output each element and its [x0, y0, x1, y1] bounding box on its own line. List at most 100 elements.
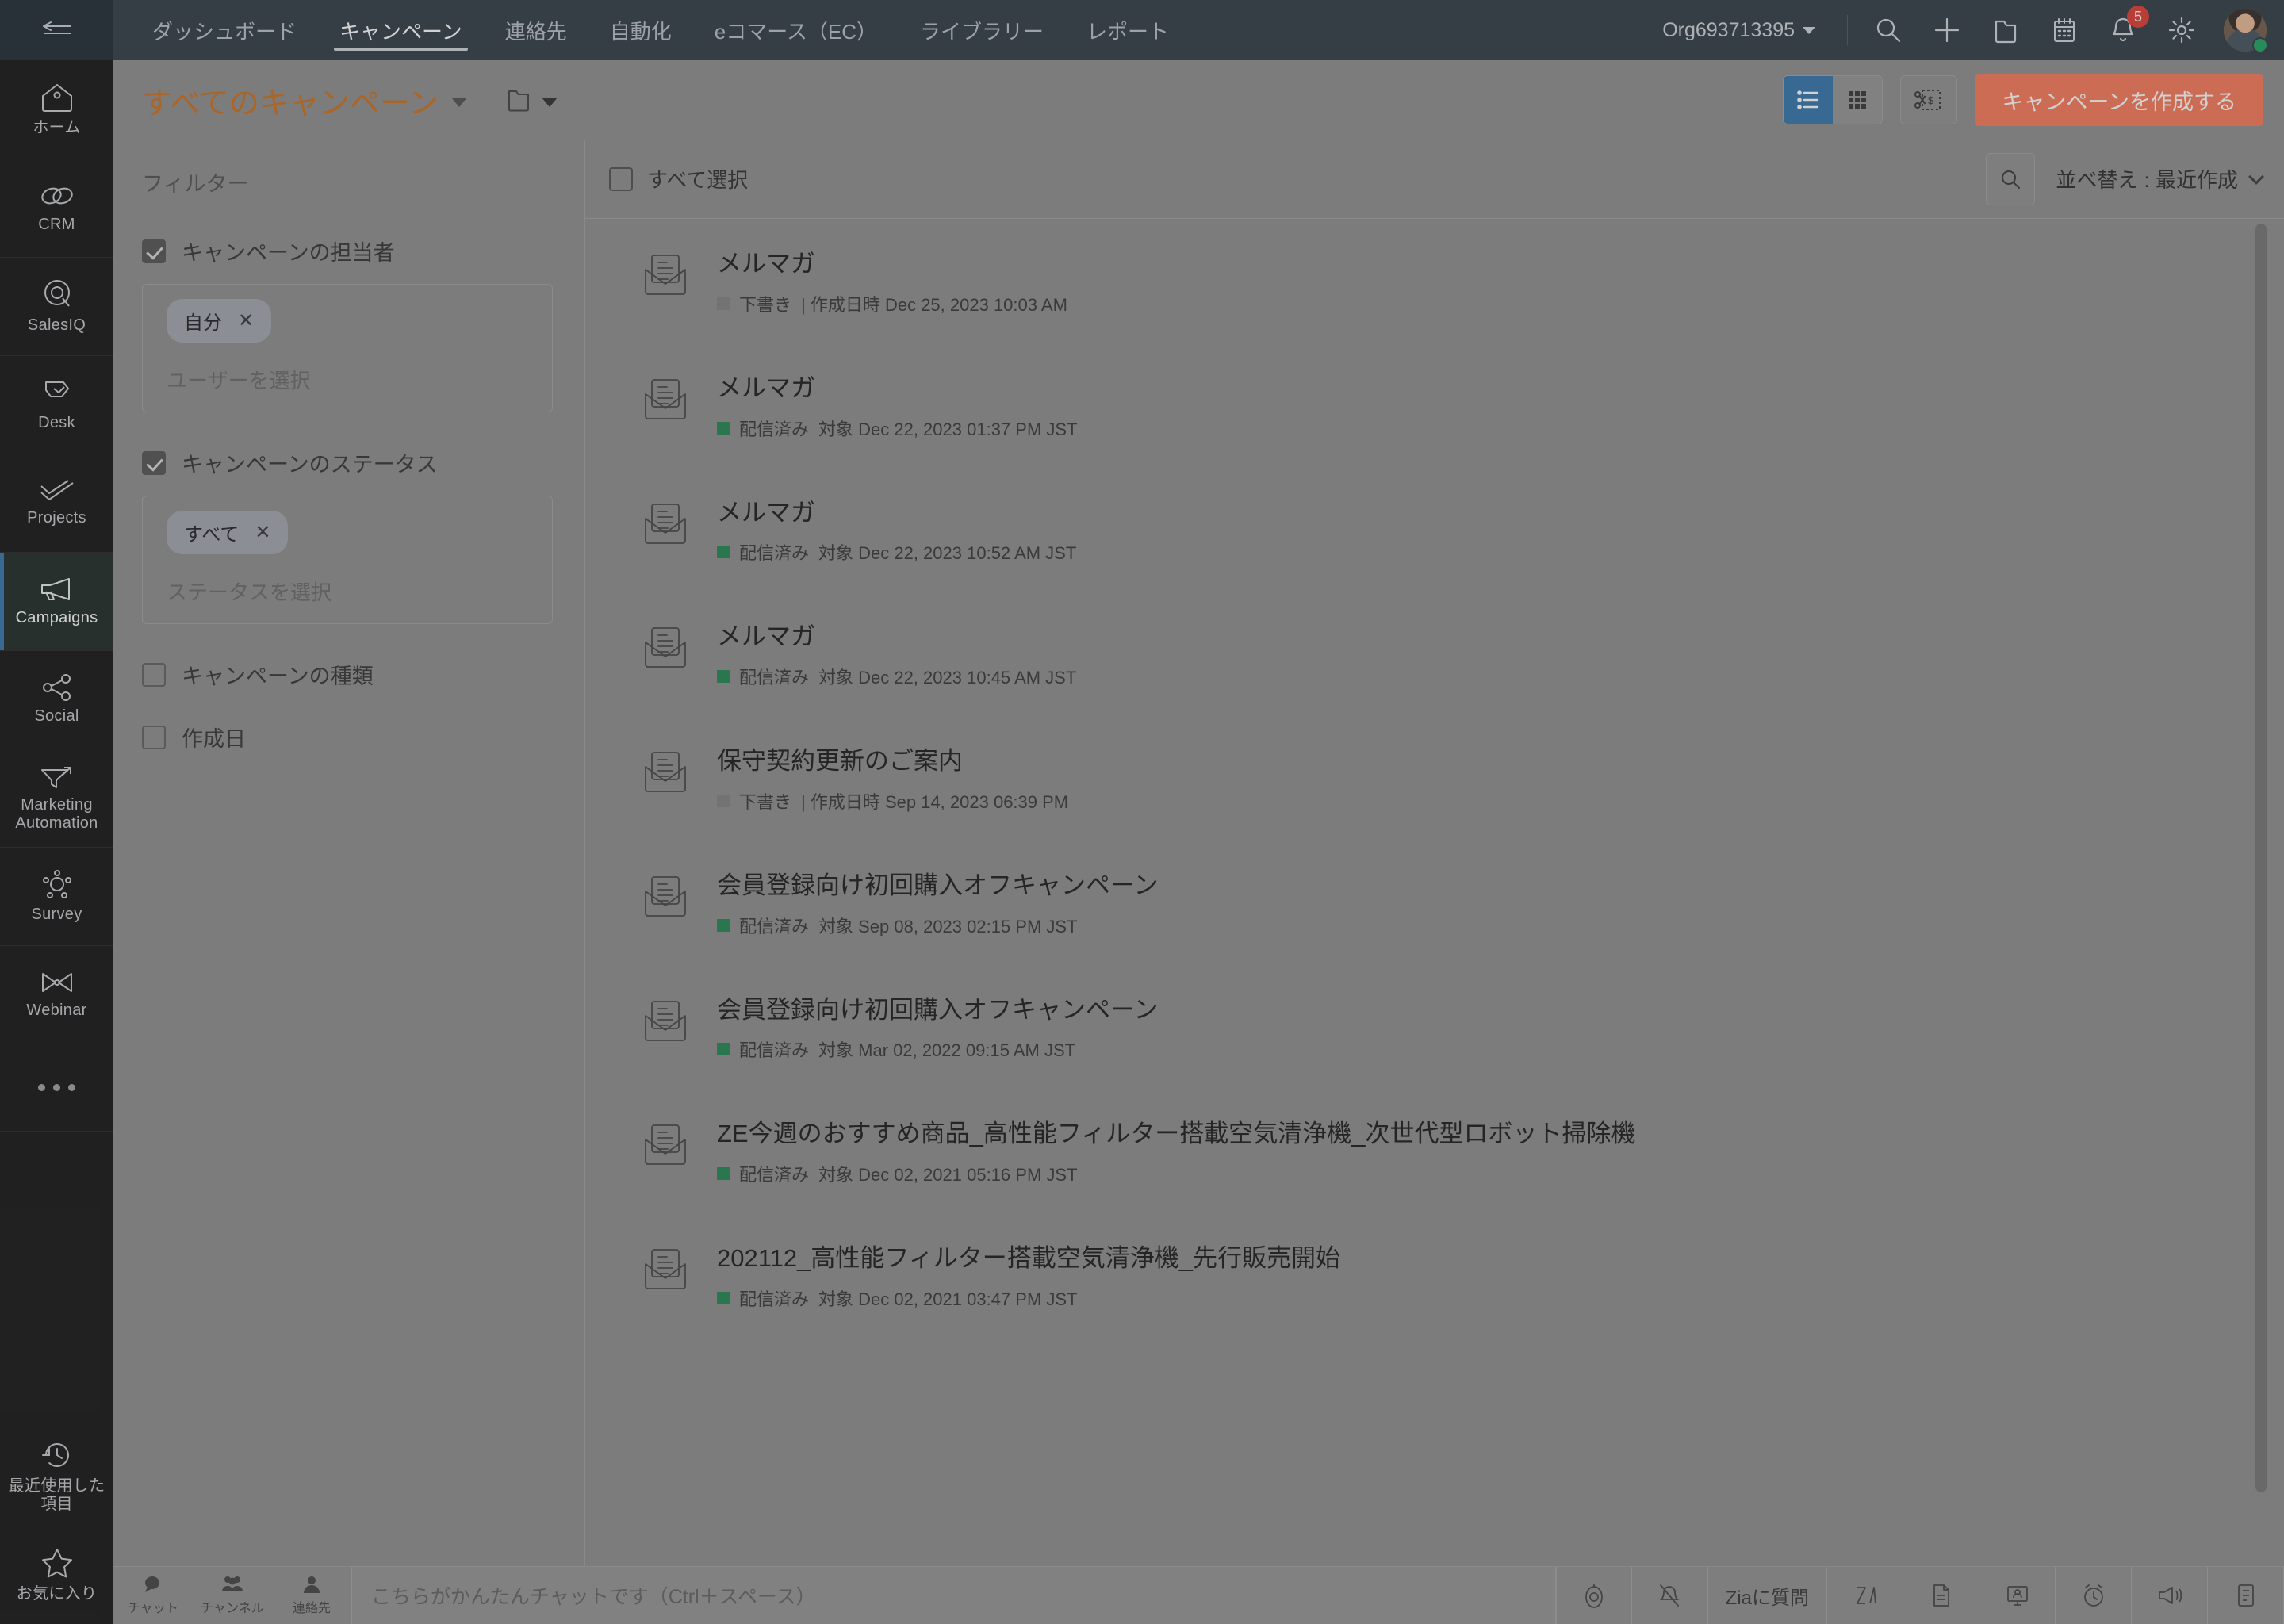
coupon-button[interactable]: $: [1900, 75, 1958, 124]
checkbox[interactable]: [142, 450, 166, 475]
close-icon[interactable]: ✕: [238, 309, 254, 332]
user-avatar[interactable]: [2224, 9, 2268, 53]
presentation-button[interactable]: [1979, 1567, 2056, 1624]
status-indicator: [717, 546, 730, 559]
sidebar-item-marketing-automation[interactable]: Marketing Automation: [0, 749, 113, 847]
chevron-down-icon: [450, 98, 467, 107]
notifications-button[interactable]: 5: [2100, 6, 2149, 53]
campaign-meta: 下書き | 作成日時 Dec 25, 2023 10:03 AM: [717, 291, 1067, 316]
global-search-button[interactable]: [1865, 7, 1911, 53]
sidebar-item-home[interactable]: ホーム: [0, 60, 113, 159]
document-button[interactable]: [1903, 1567, 1979, 1624]
list-scrollbar[interactable]: [2255, 224, 2267, 1566]
campaign-row[interactable]: メルマガ 配信済み 対象 Dec 22, 2023 01:37 PM JST: [609, 343, 2284, 468]
close-icon[interactable]: ✕: [255, 521, 270, 544]
sidebar-item-salesiq[interactable]: SalesIQ: [0, 257, 113, 355]
sidebar-item-label: Survey: [31, 906, 82, 923]
list-search-button[interactable]: [1986, 152, 2036, 205]
tab-campaigns[interactable]: キャンペーン: [318, 0, 484, 60]
dot: [68, 1084, 75, 1091]
campaign-row[interactable]: ZE今週のおすすめ商品_高性能フィルター搭載空気清浄機_次世代型ロボット掃除機配…: [609, 1089, 2284, 1213]
campaign-row[interactable]: 会員登録向け初回購入オフキャンペーン 配信済み 対象 Sep 08, 2023 02…: [609, 841, 2284, 965]
status-select-input[interactable]: ステータスを選択: [167, 576, 539, 606]
campaign-title: ZE今週のおすすめ商品_高性能フィルター搭載空気清浄機_次世代型ロボット掃除機: [717, 1120, 1636, 1148]
status-indicator: [717, 1167, 730, 1180]
checkbox[interactable]: [609, 167, 633, 191]
bottom-tab-chat[interactable]: チャット: [113, 1567, 193, 1624]
owner-select-input[interactable]: ユーザーを選択: [167, 365, 539, 394]
bottom-tab-contacts[interactable]: 連絡先: [272, 1567, 351, 1624]
grid-view-button[interactable]: [1833, 76, 1882, 124]
tab-automation[interactable]: 自動化: [588, 0, 693, 60]
tab-dashboard[interactable]: ダッシュボード: [131, 0, 318, 60]
sidebar-item-favorites[interactable]: お気に入り: [0, 1526, 113, 1624]
tab-reports[interactable]: レポート: [1065, 0, 1190, 60]
search-icon: [2002, 170, 2021, 189]
folder-button[interactable]: [1983, 7, 2029, 53]
settings-button[interactable]: [2159, 7, 2205, 53]
sidebar-item-webinar[interactable]: Webinar: [0, 945, 113, 1044]
tab-ecommerce[interactable]: eコマース（EC）: [693, 0, 899, 60]
campaign-date: 対象 Dec 22, 2023 01:37 PM JST: [818, 419, 1078, 439]
page-header-actions: $ キャンペーンを作成する: [1783, 74, 2263, 126]
campaign-row[interactable]: 会員登録向け初回購入オフキャンペーン 配信済み 対象 Mar 02, 2022 09…: [609, 965, 2284, 1090]
campaign-row[interactable]: 202112_高性能フィルター搭載空気清浄機_先行販売開始 配信済み 対象 Dec …: [609, 1213, 2284, 1338]
list-view-button[interactable]: [1784, 76, 1834, 124]
sidebar-more-button[interactable]: [0, 1044, 113, 1131]
tab-library[interactable]: ライブラリー: [899, 0, 1065, 60]
chat-input[interactable]: こちらがかんたんチャットです（Ctrl＋スペース）: [351, 1567, 1556, 1624]
announcement-button[interactable]: [2132, 1567, 2208, 1624]
chevron-down-icon: [1803, 26, 1815, 34]
zia-glyph-button[interactable]: [1827, 1567, 1903, 1624]
sidebar-item-desk[interactable]: Desk: [0, 355, 113, 454]
filter-owner-toggle[interactable]: キャンペーンの担当者: [142, 236, 553, 266]
checkbox[interactable]: [142, 662, 166, 687]
do-not-disturb-button[interactable]: [1632, 1567, 1708, 1624]
sidebar-item-survey[interactable]: Survey: [0, 847, 113, 945]
ask-zia-button[interactable]: Ziaに質問: [1708, 1567, 1827, 1624]
filter-status-toggle[interactable]: キャンペーンのステータス: [142, 447, 553, 478]
email-campaign-icon: [641, 748, 690, 801]
zia-orb-button[interactable]: [1555, 1567, 1632, 1624]
org-switcher[interactable]: Org693713395: [1642, 19, 1836, 42]
campaigns-megaphone-icon: [39, 576, 75, 603]
checkbox[interactable]: [142, 239, 166, 263]
folder-selector[interactable]: [505, 87, 558, 113]
email-campaign-icon: [641, 997, 690, 1050]
campaign-row[interactable]: メルマガ 下書き | 作成日時 Dec 25, 2023 10:03 AM: [609, 219, 2284, 343]
bottom-tab-label: 連絡先: [292, 1602, 331, 1615]
campaign-row[interactable]: メルマガ 配信済み 対象 Dec 22, 2023 10:52 AM JST: [609, 468, 2284, 592]
folder-icon: [508, 90, 529, 112]
campaign-row[interactable]: 保守契約更新のご案内 下書き | 作成日時 Sep 14, 2023 06:39 P…: [609, 716, 2284, 841]
sidebar-item-recent[interactable]: 最近使用した項目: [0, 1427, 113, 1526]
calendar-button[interactable]: [2041, 7, 2087, 53]
sidebar-item-projects[interactable]: Projects: [0, 454, 113, 552]
campaign-title: 保守契約更新のご案内: [717, 747, 963, 775]
add-button[interactable]: [1924, 7, 1970, 53]
select-all-control[interactable]: すべて選択: [609, 164, 748, 193]
filter-panel-title: フィルター: [142, 172, 249, 196]
notes-button[interactable]: [2208, 1567, 2284, 1624]
sidebar-item-crm[interactable]: CRM: [0, 159, 113, 257]
page-title[interactable]: すべてのキャンペーン: [142, 79, 467, 122]
list-scrollbar-thumb[interactable]: [2255, 224, 2267, 1492]
main-area: ダッシュボード キャンペーン 連絡先 自動化 eコマース（EC） ライブラリー …: [113, 0, 2284, 1624]
rail-collapse-button[interactable]: [0, 0, 113, 60]
tab-contacts[interactable]: 連絡先: [484, 0, 588, 60]
bottom-tab-channels[interactable]: チャンネル: [193, 1567, 272, 1624]
reminder-button[interactable]: [2056, 1567, 2132, 1624]
filter-group-type[interactable]: キャンペーンの種類: [142, 659, 553, 690]
create-campaign-button[interactable]: キャンペーンを作成する: [1975, 74, 2263, 126]
sidebar-item-campaigns[interactable]: Campaigns: [0, 552, 113, 650]
campaign-rows: メルマガ 下書き | 作成日時 Dec 25, 2023 10:03 AM メルマガ配…: [609, 219, 2284, 1338]
sidebar-item-social[interactable]: Social: [0, 650, 113, 749]
social-share-icon: [40, 674, 74, 701]
campaign-meta: 配信済み 対象 Mar 02, 2022 09:15 AM JST: [717, 1036, 1158, 1062]
sort-dropdown[interactable]: 並べ替え : 最近作成: [2056, 164, 2264, 193]
campaign-list-scroll[interactable]: メルマガ 下書き | 作成日時 Dec 25, 2023 10:03 AM メルマガ配…: [585, 219, 2284, 1566]
campaign-row[interactable]: メルマガ 配信済み 対象 Dec 22, 2023 10:45 AM JST: [609, 592, 2284, 716]
checkbox[interactable]: [142, 725, 166, 749]
filter-group-owner: キャンペーンの担当者 自分 ✕ ユーザーを選択: [142, 236, 553, 412]
filter-group-created-date[interactable]: 作成日: [142, 722, 553, 753]
list-view-icon: [1797, 90, 1819, 109]
